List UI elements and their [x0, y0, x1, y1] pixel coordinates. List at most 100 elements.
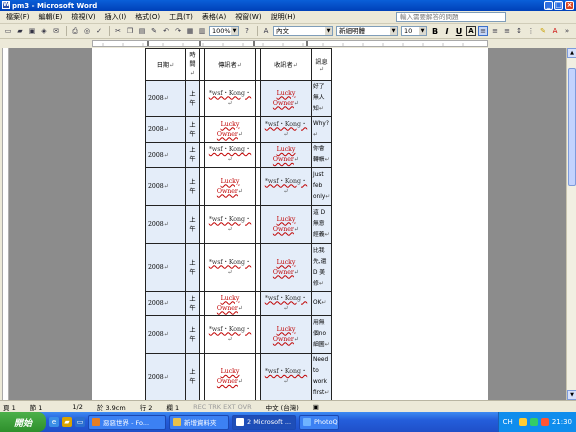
- quicklaunch-desktop-icon[interactable]: ▭: [75, 417, 85, 427]
- input-language[interactable]: CH: [503, 418, 513, 426]
- cell-message[interactable]: 好了 無人 知↵: [310, 80, 333, 117]
- tray-icon[interactable]: [540, 418, 549, 426]
- task-button-browser[interactable]: 惡惡世界 - Fo...: [88, 414, 166, 430]
- cell-receiver[interactable]: Lucky Owner↵: [260, 315, 312, 354]
- cell-date[interactable]: 2008↵: [145, 142, 186, 168]
- print-icon[interactable]: ⎙: [70, 26, 80, 36]
- quicklaunch-folder-icon[interactable]: ▰: [62, 417, 72, 427]
- task-button-folder[interactable]: 新增資料夾: [169, 414, 229, 430]
- cell-message[interactable]: 你會 轉帳↵: [310, 142, 333, 168]
- minimize-button[interactable]: _: [544, 1, 553, 10]
- cell-message[interactable]: 用無 個no 細圖↵: [310, 315, 333, 354]
- cell-date[interactable]: 2008↵: [145, 315, 186, 354]
- horizontal-ruler[interactable]: [0, 39, 576, 48]
- cell-sender[interactable]: Lucky Owner↵: [204, 116, 256, 143]
- styles-pane-icon[interactable]: A: [261, 26, 271, 36]
- table-row[interactable]: 2008↵ 上午 Lucky Owner↵ *wsf・Kong・↵ Need to work…: [145, 353, 333, 400]
- task-button-word[interactable]: 2 Microsoft ...: [232, 414, 296, 430]
- cell-time[interactable]: 上午: [185, 80, 200, 117]
- cell-sender[interactable]: *wsf・Kong・↵: [204, 315, 256, 354]
- cell-time[interactable]: 上午: [185, 116, 200, 143]
- align-right-icon[interactable]: ≡: [502, 26, 512, 36]
- cell-receiver[interactable]: *wsf・Kong・↵: [260, 167, 312, 206]
- menu-view[interactable]: 檢視(V): [71, 12, 95, 22]
- table-row[interactable]: 2008↵ 上午 *wsf・Kong・↵ Lucky Owner↵ 你會 轉帳↵: [145, 142, 333, 168]
- font-select[interactable]: 新細明體 ▼: [336, 26, 398, 36]
- help-icon[interactable]: ?: [242, 26, 252, 36]
- scroll-up-icon[interactable]: ▲: [567, 48, 576, 58]
- cell-receiver[interactable]: Lucky Owner↵: [260, 243, 312, 292]
- cell-receiver[interactable]: Lucky Owner↵: [260, 142, 312, 168]
- cell-message[interactable]: 這 D 無意 經義↵: [310, 205, 333, 244]
- insert-table-icon[interactable]: ▦: [185, 26, 195, 36]
- cell-sender[interactable]: *wsf・Kong・↵: [204, 205, 256, 244]
- help-question-input[interactable]: 輸入需要解答的問題: [396, 12, 506, 22]
- cell-message[interactable]: OK↵: [310, 291, 333, 316]
- table-row[interactable]: 2008↵ 上午 Lucky Owner↵ *wsf・Kong・↵ OK↵: [145, 291, 333, 316]
- zoom-select[interactable]: 100% ▼: [209, 26, 239, 36]
- print-preview-icon[interactable]: ◎: [82, 26, 92, 36]
- cell-message[interactable]: Why?↵: [310, 116, 333, 143]
- cell-sender[interactable]: *wsf・Kong・↵: [204, 142, 256, 168]
- line-spacing-icon[interactable]: ↕: [514, 26, 524, 36]
- highlight-icon[interactable]: ✎: [538, 26, 548, 36]
- quicklaunch-ie-icon[interactable]: e: [49, 417, 59, 427]
- numbering-icon[interactable]: ⋮: [526, 26, 536, 36]
- cell-sender[interactable]: *wsf・Kong・↵: [204, 243, 256, 292]
- style-select[interactable]: 內文 ▼: [273, 26, 333, 36]
- cell-message[interactable]: Just feb only↵: [310, 167, 333, 206]
- task-button-photo[interactable]: PhotoQ: [299, 414, 339, 430]
- cell-message[interactable]: Need to work first↵: [310, 353, 333, 400]
- cell-sender[interactable]: Lucky Owner↵: [204, 353, 256, 400]
- cell-time[interactable]: 上午: [185, 243, 200, 292]
- tray-icon[interactable]: [529, 418, 538, 426]
- cell-date[interactable]: 2008↵: [145, 167, 186, 206]
- cell-time[interactable]: 上午: [185, 315, 200, 354]
- toolbar-options-icon[interactable]: »: [562, 26, 572, 36]
- font-color-icon[interactable]: A: [550, 26, 560, 36]
- italic-button[interactable]: I: [442, 27, 452, 36]
- spelling-icon[interactable]: ✓: [94, 26, 104, 36]
- cell-date[interactable]: 2008↵: [145, 243, 186, 292]
- copy-icon[interactable]: ❐: [125, 26, 135, 36]
- menu-file[interactable]: 檔案(F): [6, 12, 30, 22]
- cell-sender[interactable]: Lucky Owner↵: [204, 291, 256, 316]
- close-button[interactable]: ×: [565, 1, 574, 10]
- cell-time[interactable]: 上午: [185, 205, 200, 244]
- status-modes[interactable]: REC TRK EXT OVR: [193, 403, 252, 411]
- bold-button[interactable]: B: [430, 27, 440, 36]
- cut-icon[interactable]: ✂: [113, 26, 123, 36]
- cell-time[interactable]: 上午: [185, 291, 200, 316]
- document-area[interactable]: 日期↵ 時間↵ 傳訊者↵ 收訊者↵ 訊息↵ 2008↵ 上午 *wsf・Kong・↵…: [9, 48, 566, 400]
- cell-date[interactable]: 2008↵: [145, 205, 186, 244]
- tray-icon[interactable]: [518, 418, 527, 426]
- menu-help[interactable]: 說明(H): [271, 12, 296, 22]
- cell-sender[interactable]: *wsf・Kong・↵: [204, 80, 256, 117]
- align-justify-icon[interactable]: ≡: [478, 26, 488, 36]
- cell-date[interactable]: 2008↵: [145, 291, 186, 316]
- cell-receiver[interactable]: *wsf・Kong・↵: [260, 291, 312, 316]
- menu-tools[interactable]: 工具(T): [169, 12, 193, 22]
- cell-receiver[interactable]: *wsf・Kong・↵: [260, 116, 312, 143]
- spelling-status-icon[interactable]: ▣: [313, 403, 319, 411]
- format-painter-icon[interactable]: ✎: [149, 26, 159, 36]
- vertical-scrollbar[interactable]: ▲ ▼: [566, 48, 576, 400]
- align-center-icon[interactable]: ≡: [490, 26, 500, 36]
- document-page[interactable]: 日期↵ 時間↵ 傳訊者↵ 收訊者↵ 訊息↵ 2008↵ 上午 *wsf・Kong・↵…: [92, 48, 488, 400]
- table-row[interactable]: 2008↵ 上午 *wsf・Kong・↵ Lucky Owner↵ 用無 個no 細圖↵: [145, 315, 333, 354]
- paste-icon[interactable]: ▤: [137, 26, 147, 36]
- table-row[interactable]: 2008↵ 上午 Lucky Owner↵ *wsf・Kong・↵ Why?↵: [145, 116, 333, 143]
- chat-log-table[interactable]: 日期↵ 時間↵ 傳訊者↵ 收訊者↵ 訊息↵ 2008↵ 上午 *wsf・Kong・↵…: [145, 48, 333, 400]
- open-folder-icon[interactable]: ▰: [15, 26, 25, 36]
- vertical-ruler[interactable]: [0, 48, 9, 400]
- cell-date[interactable]: 2008↵: [145, 80, 186, 117]
- cell-receiver[interactable]: Lucky Owner↵: [260, 205, 312, 244]
- redo-icon[interactable]: ↷: [173, 26, 183, 36]
- cell-receiver[interactable]: Lucky Owner↵: [260, 80, 312, 117]
- underline-button[interactable]: U: [454, 27, 464, 36]
- start-button[interactable]: 開始: [0, 412, 46, 432]
- cell-receiver[interactable]: *wsf・Kong・↵: [260, 353, 312, 400]
- cell-date[interactable]: 2008↵: [145, 353, 186, 400]
- undo-icon[interactable]: ↶: [161, 26, 171, 36]
- new-document-icon[interactable]: ▭: [3, 26, 13, 36]
